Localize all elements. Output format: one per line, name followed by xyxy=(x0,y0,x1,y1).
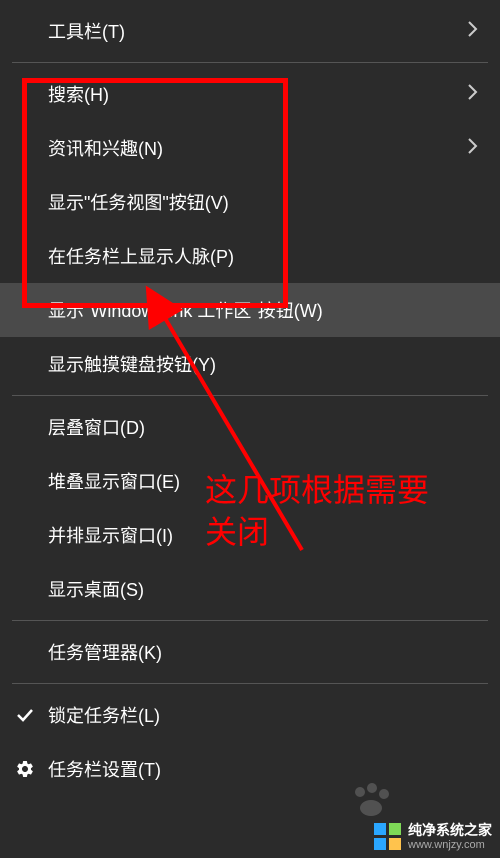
check-icon xyxy=(14,704,36,726)
menu-label: 搜索(H) xyxy=(48,81,466,107)
chevron-right-icon xyxy=(466,137,480,160)
menu-label: 堆叠显示窗口(E) xyxy=(48,468,480,494)
watermark-url: www.wnjzy.com xyxy=(408,839,492,852)
menu-label: 并排显示窗口(I) xyxy=(48,522,480,548)
menu-item-show-taskview[interactable]: 显示"任务视图"按钮(V) xyxy=(0,175,500,229)
chevron-right-icon xyxy=(466,20,480,43)
menu-item-search[interactable]: 搜索(H) xyxy=(0,67,500,121)
gear-icon xyxy=(14,758,36,780)
menu-label: 资讯和兴趣(N) xyxy=(48,135,466,161)
menu-label: 锁定任务栏(L) xyxy=(48,702,480,728)
watermark-title: 纯净系统之家 xyxy=(408,822,492,839)
menu-item-stacked-windows[interactable]: 堆叠显示窗口(E) xyxy=(0,454,500,508)
menu-label: 显示触摸键盘按钮(Y) xyxy=(48,351,480,377)
chevron-right-icon xyxy=(466,83,480,106)
menu-item-lock-taskbar[interactable]: 锁定任务栏(L) xyxy=(0,688,500,742)
menu-item-show-people[interactable]: 在任务栏上显示人脉(P) xyxy=(0,229,500,283)
menu-label: 在任务栏上显示人脉(P) xyxy=(48,243,480,269)
menu-separator xyxy=(12,62,488,63)
paw-watermark-icon xyxy=(350,782,390,823)
menu-label: 显示桌面(S) xyxy=(48,576,480,602)
menu-label: 任务管理器(K) xyxy=(48,639,480,665)
menu-item-show-ink-workspace[interactable]: 显示"Windows Ink 工作区"按钮(W) xyxy=(0,283,500,337)
menu-label: 工具栏(T) xyxy=(48,18,466,44)
watermark-logo-icon xyxy=(374,823,402,851)
menu-separator xyxy=(12,683,488,684)
menu-item-news-interests[interactable]: 资讯和兴趣(N) xyxy=(0,121,500,175)
menu-item-sidebyside-windows[interactable]: 并排显示窗口(I) xyxy=(0,508,500,562)
site-watermark: 纯净系统之家 www.wnjzy.com xyxy=(374,822,492,852)
menu-item-show-touch-keyboard[interactable]: 显示触摸键盘按钮(Y) xyxy=(0,337,500,391)
menu-item-show-desktop[interactable]: 显示桌面(S) xyxy=(0,562,500,616)
menu-item-taskbar-settings[interactable]: 任务栏设置(T) xyxy=(0,742,500,796)
taskbar-context-menu: 工具栏(T) 搜索(H) 资讯和兴趣(N) 显示"任务视图"按钮(V) 在任务栏… xyxy=(0,0,500,858)
menu-label: 显示"Windows Ink 工作区"按钮(W) xyxy=(48,297,480,323)
menu-item-cascade-windows[interactable]: 层叠窗口(D) xyxy=(0,400,500,454)
menu-separator xyxy=(12,620,488,621)
menu-label: 层叠窗口(D) xyxy=(48,414,480,440)
menu-item-task-manager[interactable]: 任务管理器(K) xyxy=(0,625,500,679)
watermark-text: 纯净系统之家 www.wnjzy.com xyxy=(408,822,492,852)
menu-label: 显示"任务视图"按钮(V) xyxy=(48,189,480,215)
menu-label: 任务栏设置(T) xyxy=(48,756,480,782)
menu-item-toolbars[interactable]: 工具栏(T) xyxy=(0,4,500,58)
menu-separator xyxy=(12,395,488,396)
